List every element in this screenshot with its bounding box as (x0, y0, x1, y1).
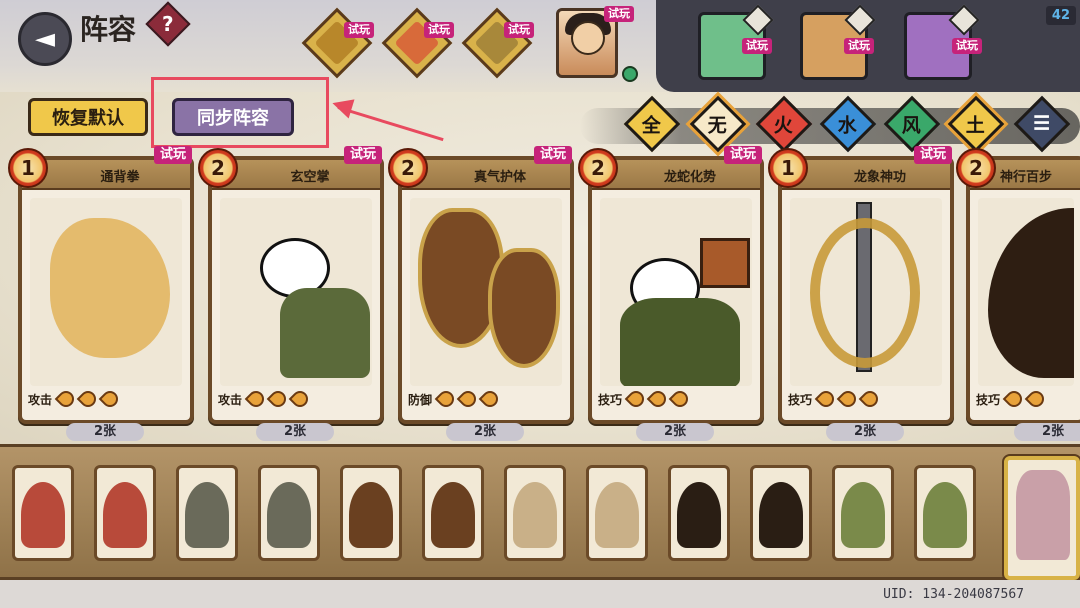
refresh-icon[interactable] (622, 66, 638, 82)
card-footer: 技巧 (788, 384, 944, 414)
card-footer: 攻击 (218, 384, 374, 414)
energy-pip-icon (478, 387, 502, 411)
deck-slot-selected[interactable] (1004, 456, 1080, 580)
card-cost-badge: 2 (198, 148, 238, 188)
card-cost-badge: 1 (8, 148, 48, 188)
card-footer: 防御 (408, 384, 564, 414)
energy-pip-icon (858, 387, 882, 411)
card-tongbeiquan[interactable]: 通背拳 1 试玩 攻击 (8, 146, 194, 424)
energy-pip-icon (54, 387, 78, 411)
card-zhenqihuti[interactable]: 真气护体 2 试玩 防御 (388, 146, 574, 424)
energy-pip-icon (76, 387, 100, 411)
card-longshehuashi[interactable]: 龙蛇化势 2 试玩 技巧 (578, 146, 764, 424)
energy-pip-icon (668, 387, 692, 411)
energy-pip-icon (814, 387, 838, 411)
energy-pip-icon (266, 387, 290, 411)
user-id: UID: 134-204087567 (883, 587, 1024, 602)
tutorial-highlight-box (151, 77, 329, 148)
page-title: 阵容 (80, 13, 137, 46)
card-art (790, 198, 942, 386)
energy-pip-icon (1002, 387, 1026, 411)
card-art (978, 198, 1074, 386)
hero-face (571, 21, 605, 55)
energy-pip-icon (836, 387, 860, 411)
card-count: 2张 (66, 423, 144, 441)
card-footer: 技巧 (976, 384, 1076, 414)
trial-tag: 试玩 (604, 6, 634, 22)
card-footer: 攻击 (28, 384, 184, 414)
trial-tag: 试玩 (153, 146, 192, 164)
card-type: 技巧 (976, 392, 1001, 407)
trial-tag: 试玩 (913, 146, 952, 164)
card-cost-badge: 2 (578, 148, 618, 188)
card-art (600, 198, 752, 386)
energy-pip-icon (1024, 387, 1048, 411)
deck-slot[interactable] (258, 465, 320, 561)
deck-slot[interactable] (914, 465, 976, 561)
card-art (410, 198, 562, 386)
card-art (220, 198, 372, 386)
card-art (30, 198, 182, 386)
energy-pip-icon (288, 387, 312, 411)
deck-tray (0, 444, 1080, 580)
deck-slot[interactable] (176, 465, 238, 561)
card-type: 攻击 (28, 392, 53, 407)
trial-tag: 试玩 (344, 22, 374, 38)
card-count: 2张 (636, 423, 714, 441)
level-badge: 42 (1045, 6, 1076, 25)
help-icon: ? (162, 11, 174, 36)
card-cost-badge: 2 (956, 148, 996, 188)
trial-tag: 试玩 (504, 22, 534, 38)
card-type: 防御 (408, 392, 433, 407)
list-icon: ☰ (1033, 112, 1051, 135)
trial-tag: 试玩 (343, 146, 382, 164)
card-count: 2张 (826, 423, 904, 441)
card-footer: 技巧 (598, 384, 754, 414)
deck-slot[interactable] (12, 465, 74, 561)
card-shenxingbaibu[interactable]: 神行百步 2 技巧 (956, 148, 1080, 424)
card-name: 真气护体 (473, 170, 526, 185)
deck-slot[interactable] (504, 465, 566, 561)
card-name: 龙蛇化势 (663, 170, 716, 185)
back-button[interactable]: ◄ (18, 12, 72, 66)
energy-pip-icon (624, 387, 648, 411)
energy-pip-icon (456, 387, 480, 411)
reset-default-button[interactable]: 恢复默认 (28, 98, 148, 136)
energy-pip-icon (646, 387, 670, 411)
deck-slot[interactable] (668, 465, 730, 561)
card-name: 龙象神功 (853, 170, 906, 185)
deck-slot[interactable] (94, 465, 156, 561)
card-name: 玄空掌 (290, 170, 330, 185)
trial-tag: 试玩 (723, 146, 762, 164)
deck-slot[interactable] (422, 465, 484, 561)
card-type: 技巧 (788, 392, 813, 407)
trial-tag: 试玩 (533, 146, 572, 164)
deck-slot[interactable] (832, 465, 894, 561)
selected-card-art (1016, 470, 1070, 560)
trial-tag: 试玩 (424, 22, 454, 38)
deck-slot[interactable] (750, 465, 812, 561)
energy-pip-icon (434, 387, 458, 411)
card-count: 2张 (256, 423, 334, 441)
energy-pip-icon (244, 387, 268, 411)
card-type: 技巧 (598, 392, 623, 407)
card-cost-badge: 2 (388, 148, 428, 188)
card-type: 攻击 (218, 392, 243, 407)
back-arrow-icon: ◄ (35, 24, 55, 54)
card-xuankongzhang[interactable]: 玄空掌 2 试玩 攻击 (198, 146, 384, 424)
card-count: 2张 (446, 423, 524, 441)
card-count: 2张 (1014, 423, 1080, 441)
trial-tag: 试玩 (742, 38, 772, 54)
card-name: 通背拳 (100, 170, 140, 185)
trial-tag: 试玩 (844, 38, 874, 54)
deck-slot[interactable] (340, 465, 402, 561)
energy-pip-icon (98, 387, 122, 411)
deck-slot[interactable] (586, 465, 648, 561)
card-cost-badge: 1 (768, 148, 808, 188)
card-longxiangshengong[interactable]: 龙象神功 1 试玩 技巧 (768, 146, 954, 424)
card-name: 神行百步 (1000, 170, 1053, 185)
trial-tag: 试玩 (952, 38, 982, 54)
